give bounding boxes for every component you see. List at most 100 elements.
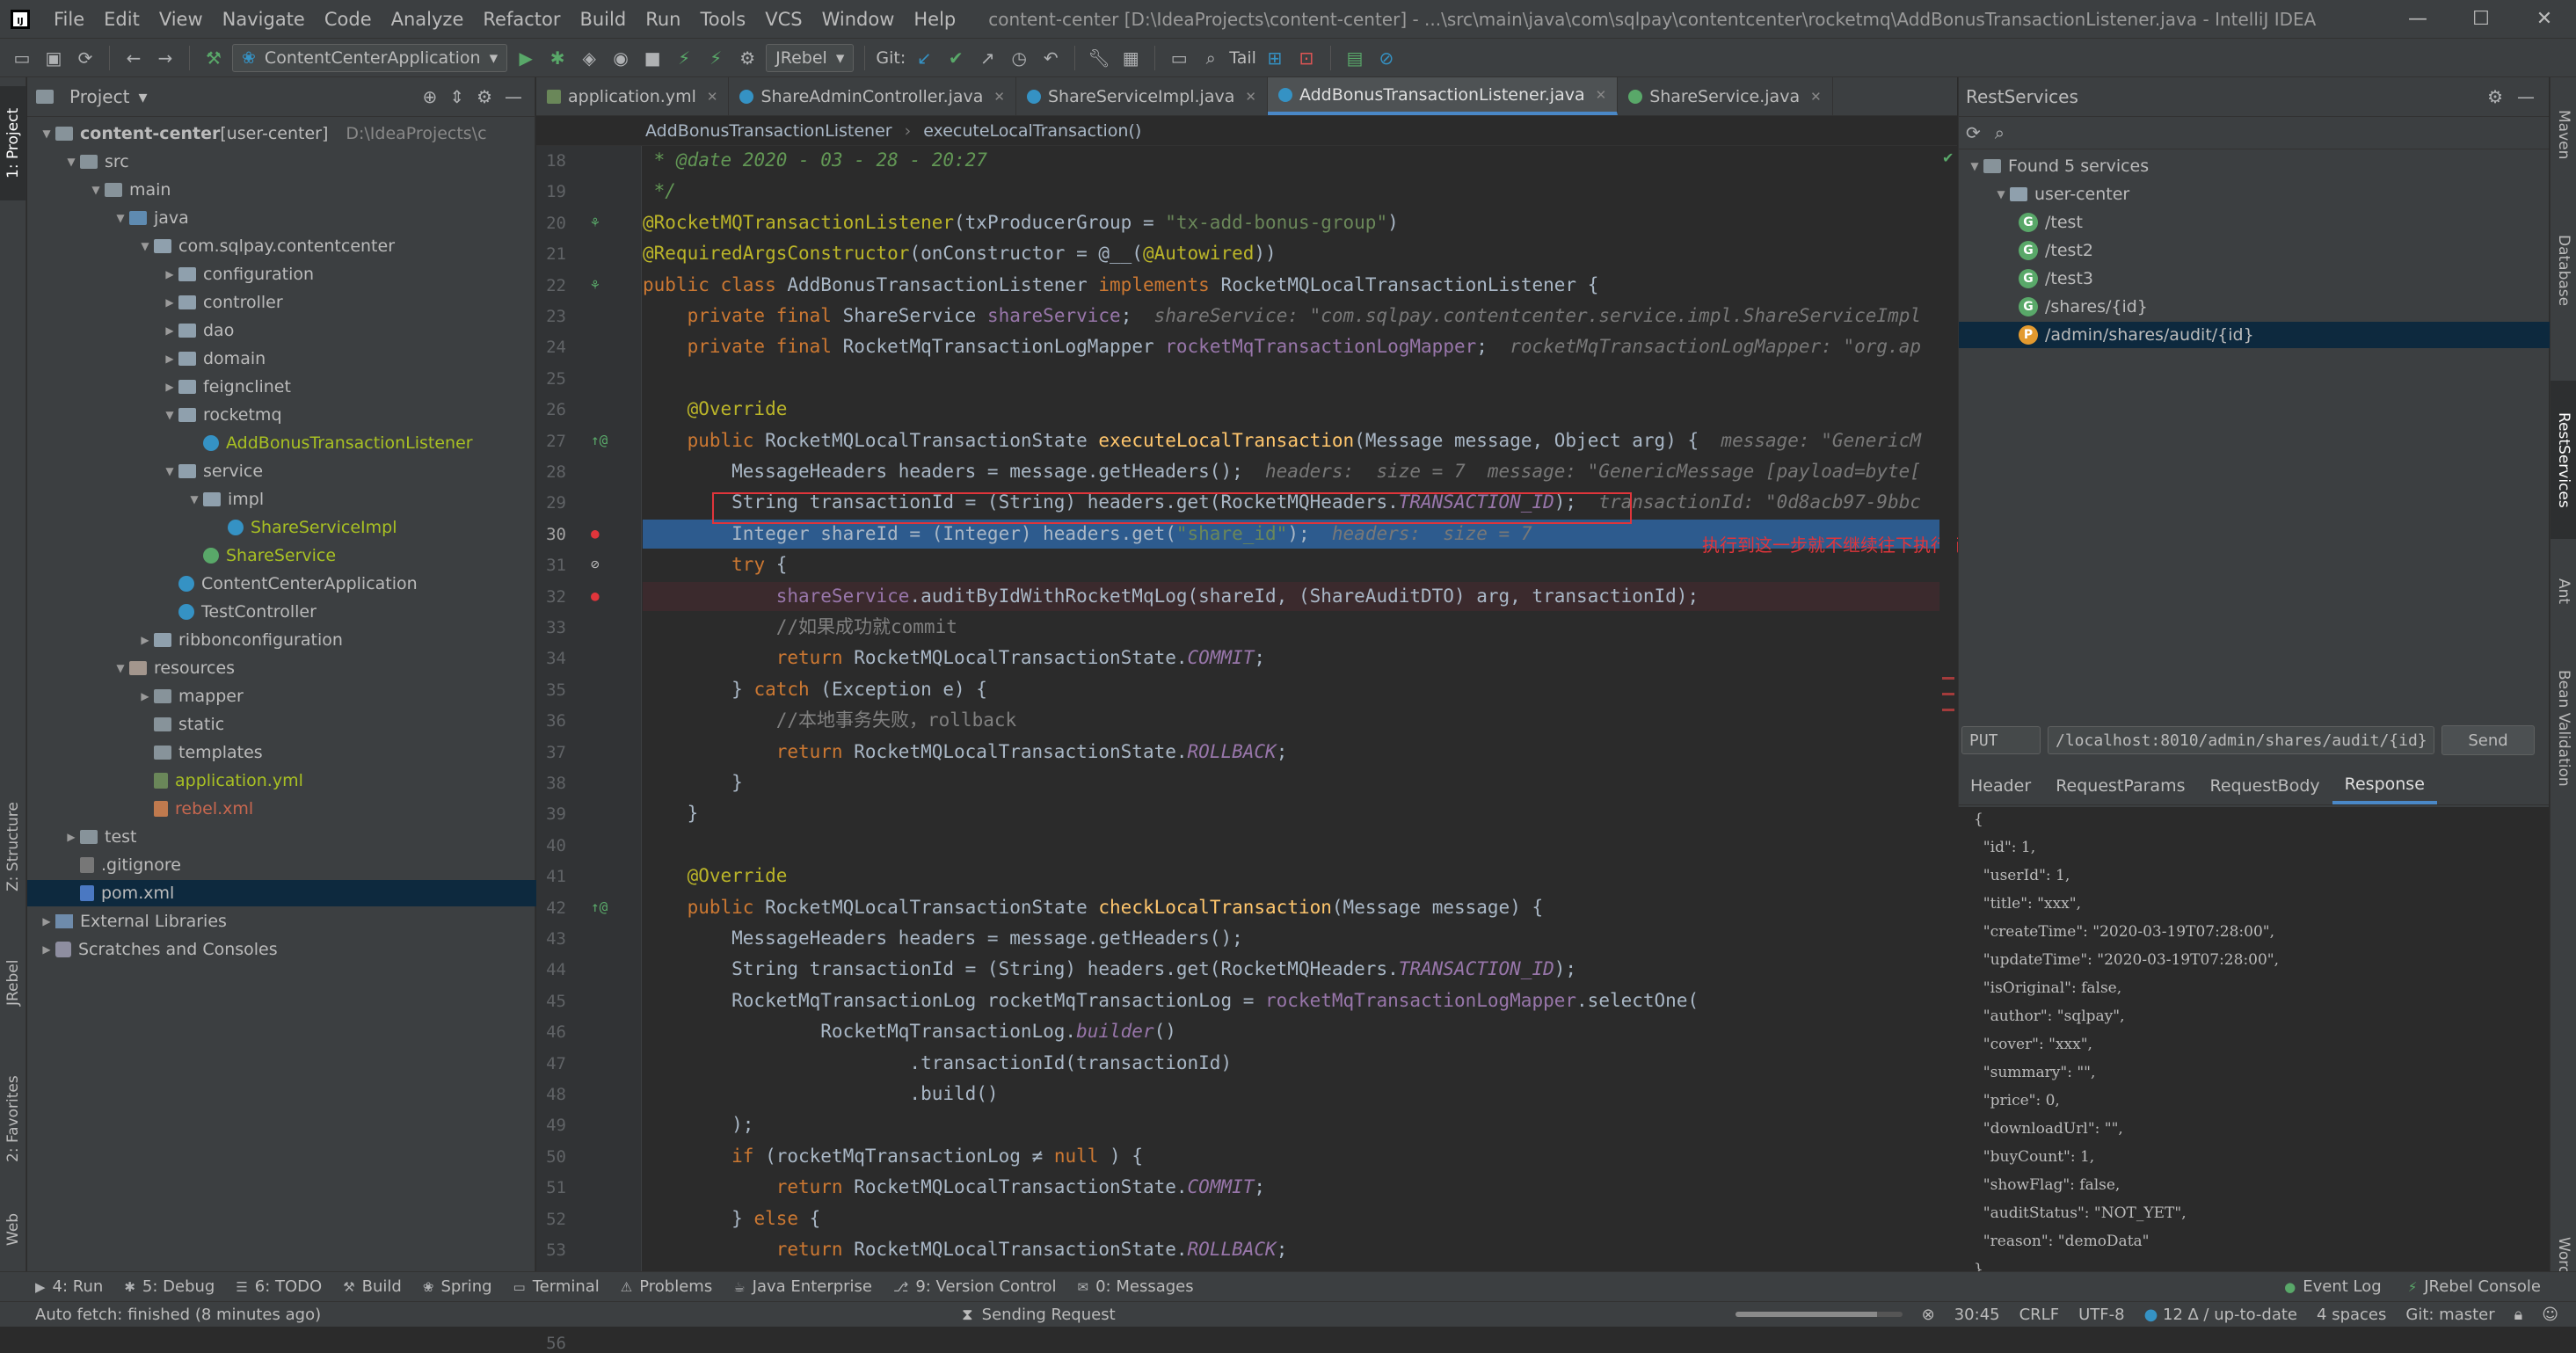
git-branch[interactable]: Git: master xyxy=(2405,1306,2494,1324)
tree-item[interactable]: ▼ src xyxy=(27,149,571,175)
collapse-arrow-icon[interactable]: ▶ xyxy=(136,634,154,646)
tree-item[interactable]: ▶ test xyxy=(27,824,571,850)
menu-item-refactor[interactable]: Refactor xyxy=(473,9,570,30)
bean-icon[interactable]: ⚘ xyxy=(591,276,600,293)
tool-window-problems[interactable]: ⚠ Problems xyxy=(621,1277,712,1296)
git-status[interactable]: ● 12 ∆ / up-to-date xyxy=(2144,1306,2297,1324)
gear-icon[interactable]: ⚙ xyxy=(2487,86,2503,107)
collapse-arrow-icon[interactable]: ▶ xyxy=(161,381,178,393)
tail-label[interactable]: Tail xyxy=(1229,48,1256,68)
git-history-icon[interactable]: ◷ xyxy=(1006,45,1032,71)
rest-tree-item[interactable]: ▼ Found 5 services xyxy=(1959,153,2557,179)
hide-icon[interactable]: — xyxy=(505,86,522,107)
tree-item[interactable]: .gitignore xyxy=(27,852,571,878)
chevron-down-icon[interactable]: ▾ xyxy=(138,86,147,107)
tool-tab-restservices[interactable]: RestServices xyxy=(2551,381,2576,539)
http-method-field[interactable] xyxy=(1961,726,2041,754)
expand-arrow-icon[interactable]: ▼ xyxy=(1992,188,2010,200)
expand-arrow-icon[interactable]: ▼ xyxy=(1966,160,1983,172)
tab-header[interactable]: Header xyxy=(1958,767,2043,804)
debug-icon[interactable]: ✱ xyxy=(544,45,571,71)
status-message[interactable]: Auto fetch: finished (8 minutes ago) xyxy=(35,1306,321,1324)
gear-icon[interactable]: ⚙ xyxy=(477,86,492,107)
expand-arrow-icon[interactable]: ▼ xyxy=(38,127,55,140)
tool-window-debug[interactable]: ✱ 5: Debug xyxy=(124,1277,215,1296)
tree-item[interactable]: ▶ External Libraries xyxy=(27,908,546,935)
menu-item-help[interactable]: Help xyxy=(904,9,965,30)
send-button[interactable]: Send xyxy=(2441,725,2535,755)
menu-item-run[interactable]: Run xyxy=(636,9,690,30)
bean-icon[interactable]: ⚘ xyxy=(591,214,600,230)
jrebel-run-icon[interactable]: ⚡ xyxy=(671,45,697,71)
close-icon[interactable]: ✕ xyxy=(2513,0,2576,39)
run-icon[interactable]: ▶ xyxy=(513,45,539,71)
menu-item-tools[interactable]: Tools xyxy=(690,9,755,30)
settings-wrench-icon[interactable]: 🔧︎ xyxy=(1086,45,1112,71)
tree-item[interactable]: ▼ java xyxy=(27,205,620,231)
collapse-all-icon[interactable]: ⇕ xyxy=(449,86,464,107)
rest-tree-item[interactable]: ▼ user-center xyxy=(1959,181,2576,207)
inspector-icon[interactable]: ☺ xyxy=(2542,1306,2558,1324)
cancel-icon[interactable]: ⊗ xyxy=(1922,1306,1935,1324)
menu-item-build[interactable]: Build xyxy=(570,9,636,30)
tool-window-messages[interactable]: ✉ 0: Messages xyxy=(1078,1277,1194,1296)
hide-icon[interactable]: — xyxy=(2517,86,2535,107)
tool-tab-ant[interactable]: Ant xyxy=(2551,552,2576,631)
editor-tab[interactable]: application.yml ✕ xyxy=(536,77,730,115)
tool-tab-bean-validation[interactable]: Bean Validation xyxy=(2551,640,2576,816)
expand-arrow-icon[interactable]: ▼ xyxy=(161,409,178,421)
jrebel-update-icon[interactable]: ⚙ xyxy=(734,45,760,71)
tool-tab-project[interactable]: 1: Project xyxy=(0,86,26,200)
endpoint-item[interactable]: G/test2 xyxy=(1959,237,2576,264)
expand-arrow-icon[interactable]: ▼ xyxy=(161,465,178,477)
expand-arrow-icon[interactable]: ▼ xyxy=(87,184,105,196)
menu-item-view[interactable]: View xyxy=(149,9,213,30)
tab-requestbody[interactable]: RequestBody xyxy=(2197,767,2332,804)
lock-icon[interactable]: 🔒︎ xyxy=(2514,1306,2523,1324)
jrebel-debug-icon[interactable]: ⚡ xyxy=(702,45,729,71)
menu-item-window[interactable]: Window xyxy=(812,9,905,30)
menu-item-navigate[interactable]: Navigate xyxy=(213,9,315,30)
office-icon[interactable]: ⊡ xyxy=(1293,45,1320,71)
jrebel-select[interactable]: JRebel ▾ xyxy=(766,43,855,72)
collapse-arrow-icon[interactable]: ▶ xyxy=(161,268,178,280)
collapse-arrow-icon[interactable]: ▶ xyxy=(62,831,80,843)
collapse-arrow-icon[interactable]: ▶ xyxy=(38,915,55,927)
chart-icon[interactable]: ▤ xyxy=(1342,45,1368,71)
tail-icon[interactable]: ⌕ xyxy=(1197,45,1224,71)
collapse-arrow-icon[interactable]: ▶ xyxy=(38,943,55,956)
url-field[interactable] xyxy=(2048,726,2434,754)
override-icon[interactable]: ↑@ xyxy=(591,898,608,915)
muted-breakpoint-icon[interactable]: ⊘ xyxy=(591,556,600,572)
tool-tab-favorites[interactable]: 2: Favorites xyxy=(0,1053,26,1185)
tree-item[interactable]: ▼ resources xyxy=(27,655,620,681)
open-folder-icon[interactable]: ▭ xyxy=(9,45,35,71)
breadcrumb-method[interactable]: executeLocalTransaction() xyxy=(923,121,1141,141)
run-config-select[interactable]: ❀ ContentCenterApplication ▾ xyxy=(232,43,508,72)
close-icon[interactable]: ✕ xyxy=(993,89,1005,105)
stop-icon[interactable]: ■ xyxy=(639,45,666,71)
save-icon[interactable]: ▣ xyxy=(40,45,67,71)
endpoint-item[interactable]: G/shares/{id} xyxy=(1959,294,2576,320)
tool-window-version-control[interactable]: ⎇ 9: Version Control xyxy=(893,1277,1057,1296)
sync-icon[interactable]: ⟳ xyxy=(72,45,98,71)
git-push-icon[interactable]: ↗ xyxy=(974,45,1001,71)
collapse-arrow-icon[interactable]: ▶ xyxy=(161,353,178,365)
tool-window-build[interactable]: ⚒ Build xyxy=(343,1277,402,1296)
menu-item-code[interactable]: Code xyxy=(315,9,382,30)
back-icon[interactable]: ← xyxy=(120,45,147,71)
tree-item[interactable]: ▼ content-center [user-center] D:\IdeaProj… xyxy=(27,120,546,147)
endpoint-item[interactable]: G/test xyxy=(1959,209,2576,236)
expand-arrow-icon[interactable]: ▼ xyxy=(186,493,203,506)
project-panel-title[interactable]: Project xyxy=(69,86,129,107)
profile-icon[interactable]: ◉ xyxy=(608,45,634,71)
git-rollback-icon[interactable]: ↶ xyxy=(1037,45,1064,71)
line-separator[interactable]: CRLF xyxy=(2019,1306,2059,1324)
minimize-icon[interactable]: — xyxy=(2386,0,2449,39)
collapse-arrow-icon[interactable]: ▶ xyxy=(161,324,178,337)
translate-icon[interactable]: ⊞ xyxy=(1262,45,1288,71)
menu-item-vcs[interactable]: VCS xyxy=(755,9,811,30)
breakpoint-icon[interactable]: ● xyxy=(591,587,600,604)
menu-item-analyze[interactable]: Analyze xyxy=(382,9,474,30)
expand-arrow-icon[interactable]: ▼ xyxy=(112,212,129,224)
